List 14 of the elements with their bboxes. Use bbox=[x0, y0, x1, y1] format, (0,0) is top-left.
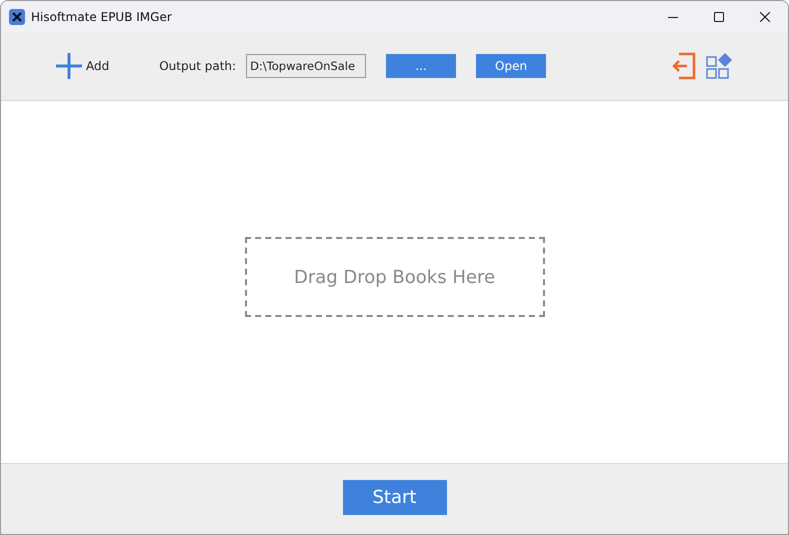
plus-icon bbox=[54, 51, 84, 81]
apps-icon[interactable] bbox=[706, 52, 733, 80]
output-path-field[interactable]: D:\TopwareOnSale bbox=[246, 54, 366, 78]
app-icon bbox=[9, 8, 25, 24]
window-title: Hisoftmate EPUB IMGer bbox=[31, 10, 173, 24]
open-button[interactable]: Open bbox=[476, 54, 546, 78]
add-button[interactable]: Add bbox=[54, 51, 110, 81]
browse-button[interactable]: ... bbox=[386, 54, 456, 78]
exit-icon[interactable] bbox=[670, 52, 696, 80]
close-icon bbox=[760, 12, 770, 22]
maximize-icon bbox=[714, 12, 724, 22]
output-path-label: Output path: bbox=[159, 59, 236, 73]
start-button[interactable]: Start bbox=[342, 480, 446, 515]
drop-zone[interactable]: Drag Drop Books Here bbox=[244, 237, 544, 317]
